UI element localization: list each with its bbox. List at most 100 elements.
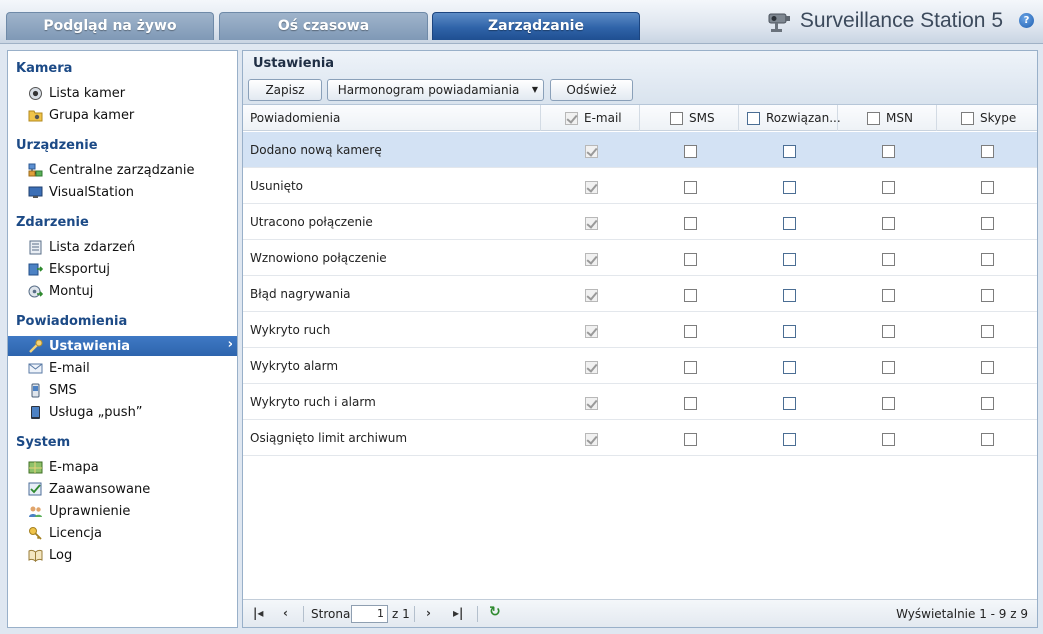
column-skype-checkbox[interactable]: [961, 111, 974, 125]
column-header-solution[interactable]: Rozwiązan...: [739, 105, 841, 131]
table-row[interactable]: Osiągnięto limit archiwum: [243, 420, 1037, 456]
skype-checkbox[interactable]: [981, 289, 994, 302]
sms-checkbox[interactable]: [684, 361, 697, 374]
table-row[interactable]: Usunięto: [243, 168, 1037, 204]
msn-checkbox[interactable]: [882, 253, 895, 266]
solution-checkbox[interactable]: [783, 145, 796, 158]
skype-checkbox[interactable]: [981, 217, 994, 230]
sms-checkbox[interactable]: [684, 181, 697, 194]
row-label: Usunięto: [250, 179, 304, 193]
table-row[interactable]: Wykryto alarm: [243, 348, 1037, 384]
surveillance-camera-icon: [768, 13, 790, 32]
msn-checkbox[interactable]: [882, 325, 895, 338]
solution-checkbox[interactable]: [783, 325, 796, 338]
sidebar-item-push-service[interactable]: Usługa „push”: [8, 402, 237, 422]
table-row[interactable]: Wykryto ruch i alarm: [243, 384, 1037, 420]
sms-checkbox[interactable]: [684, 217, 697, 230]
msn-checkbox[interactable]: [882, 433, 895, 446]
skype-checkbox[interactable]: [981, 181, 994, 194]
top-bar: Podgląd na żywo Oś czasowa Zarządzanie S…: [0, 0, 1043, 44]
sidebar-item-settings[interactable]: Ustawienia ›: [8, 336, 237, 356]
page-number-input[interactable]: 1: [351, 605, 388, 623]
solution-checkbox[interactable]: [783, 217, 796, 230]
sms-checkbox[interactable]: [684, 433, 697, 446]
msn-checkbox[interactable]: [882, 289, 895, 302]
column-solution-checkbox[interactable]: [747, 111, 760, 125]
solution-checkbox[interactable]: [783, 397, 796, 410]
main-panel: Ustawienia Zapisz Harmonogram powiadamia…: [242, 50, 1038, 628]
skype-checkbox[interactable]: [981, 145, 994, 158]
table-row[interactable]: Wykryto ruch: [243, 312, 1037, 348]
msn-checkbox[interactable]: [882, 361, 895, 374]
sidebar-item-event-list[interactable]: Lista zdarzeń: [8, 237, 237, 257]
pager: |◂ ‹ Strona 1 z 1 › ▸| ↻ Wyświetalnie 1 …: [243, 599, 1037, 627]
column-msn-checkbox[interactable]: [867, 111, 880, 125]
export-icon: [28, 263, 43, 275]
email-checkbox: [585, 289, 598, 302]
tab-live-view[interactable]: Podgląd na żywo: [6, 12, 214, 40]
table-row[interactable]: Błąd nagrywania: [243, 276, 1037, 312]
msn-checkbox[interactable]: [882, 145, 895, 158]
sidebar-item-advanced[interactable]: Zaawansowane: [8, 479, 237, 499]
skype-checkbox[interactable]: [981, 361, 994, 374]
refresh-icon[interactable]: ↻: [489, 604, 501, 620]
save-button[interactable]: Zapisz: [248, 79, 322, 101]
table-row[interactable]: Utracono połączenie: [243, 204, 1037, 240]
skype-checkbox[interactable]: [981, 325, 994, 338]
solution-checkbox[interactable]: [783, 361, 796, 374]
table-row[interactable]: Dodano nową kamerę: [243, 132, 1037, 168]
skype-checkbox[interactable]: [981, 397, 994, 410]
sidebar-item-license[interactable]: Licencja: [8, 523, 237, 543]
table-row[interactable]: Wznowiono połączenie: [243, 240, 1037, 276]
sms-checkbox[interactable]: [684, 397, 697, 410]
column-header-email[interactable]: E-mail: [541, 105, 640, 131]
column-header-notification[interactable]: Powiadomienia: [243, 105, 541, 131]
sidebar-item-log[interactable]: Log: [8, 545, 237, 565]
tab-management[interactable]: Zarządzanie: [432, 12, 640, 40]
prev-page-icon[interactable]: ‹: [283, 606, 288, 620]
sidebar-item-label: E-mapa: [49, 459, 99, 475]
sidebar-item-visualstation[interactable]: VisualStation: [8, 182, 237, 202]
solution-checkbox[interactable]: [783, 181, 796, 194]
sms-checkbox[interactable]: [684, 325, 697, 338]
sidebar-item-camera-list[interactable]: Lista kamer: [8, 83, 237, 103]
column-email-checkbox[interactable]: [565, 111, 578, 125]
column-header-sms[interactable]: SMS: [640, 105, 739, 131]
solution-checkbox[interactable]: [783, 253, 796, 266]
pager-separator: [303, 606, 304, 622]
folder-icon: [28, 110, 43, 121]
next-page-icon[interactable]: ›: [426, 606, 431, 620]
sidebar-item-camera-group[interactable]: Grupa kamer: [8, 105, 237, 125]
sidebar-item-central-management[interactable]: Centralne zarządzanie: [8, 160, 237, 180]
column-header-skype[interactable]: Skype: [937, 105, 1037, 131]
email-checkbox: [585, 433, 598, 446]
sidebar-item-sms[interactable]: SMS: [8, 380, 237, 400]
sidebar-item-permission[interactable]: Uprawnienie: [8, 501, 237, 521]
skype-checkbox[interactable]: [981, 253, 994, 266]
help-icon[interactable]: ?: [1019, 13, 1034, 28]
msn-checkbox[interactable]: [882, 397, 895, 410]
solution-checkbox[interactable]: [783, 433, 796, 446]
column-header-msn[interactable]: MSN: [838, 105, 937, 131]
refresh-button[interactable]: Odśwież: [550, 79, 633, 101]
sms-checkbox[interactable]: [684, 253, 697, 266]
msn-checkbox[interactable]: [882, 217, 895, 230]
first-page-icon[interactable]: |◂: [253, 606, 263, 620]
sms-checkbox[interactable]: [684, 289, 697, 302]
sidebar-item-mount[interactable]: Montuj: [8, 281, 237, 301]
sidebar-item-label: Ustawienia: [49, 338, 131, 354]
sms-checkbox[interactable]: [684, 145, 697, 158]
tab-timeline[interactable]: Oś czasowa: [219, 12, 428, 40]
notification-schedule-button[interactable]: Harmonogram powiadamiania ▼: [327, 79, 544, 101]
skype-checkbox[interactable]: [981, 433, 994, 446]
panel-title: Ustawienia: [253, 56, 335, 71]
solution-checkbox[interactable]: [783, 289, 796, 302]
row-label: Wznowiono połączenie: [250, 251, 387, 265]
msn-checkbox[interactable]: [882, 181, 895, 194]
column-sms-checkbox[interactable]: [670, 111, 683, 125]
column-label: Rozwiązan...: [766, 111, 841, 125]
sidebar-item-export[interactable]: Eksportuj: [8, 259, 237, 279]
last-page-icon[interactable]: ▸|: [453, 606, 463, 620]
sidebar-item-emap[interactable]: E-mapa: [8, 457, 237, 477]
sidebar-item-email[interactable]: E-mail: [8, 358, 237, 378]
